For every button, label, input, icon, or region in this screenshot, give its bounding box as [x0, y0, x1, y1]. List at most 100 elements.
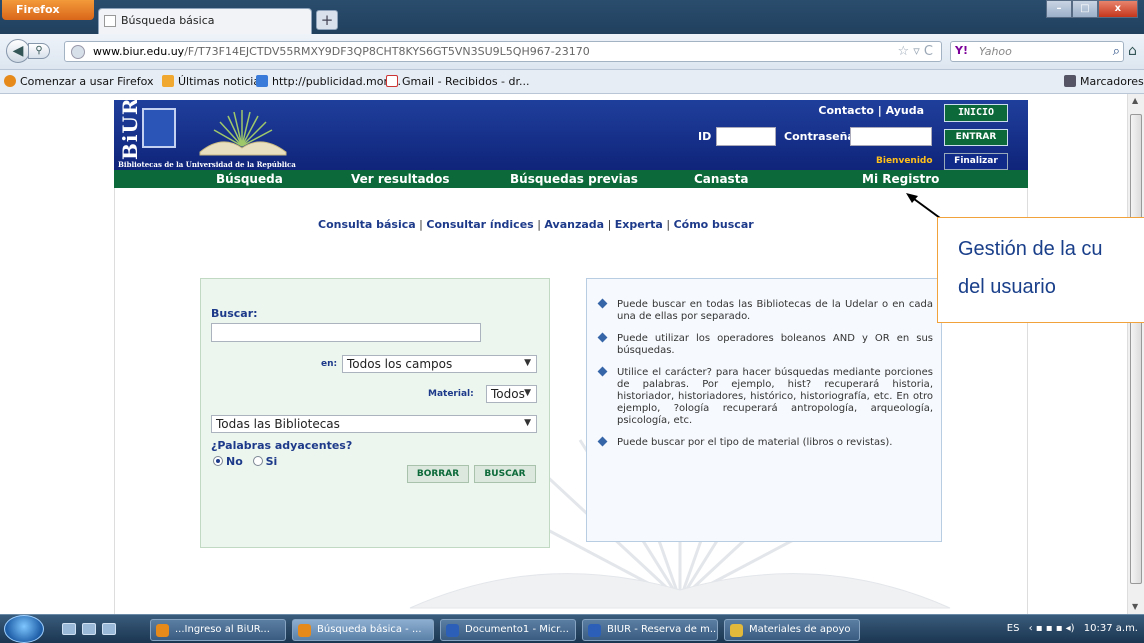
biur-logo[interactable]: BiUR Bibliotecas de la Universidad de la… — [118, 97, 296, 169]
id-label: ID — [698, 130, 712, 143]
browser-title-bar: Firefox Búsqueda básica + – □ x — [0, 0, 1144, 34]
bookmark-item[interactable]: http://publicidad.mon... — [256, 75, 401, 88]
taskbar-item[interactable]: Documento1 - Micr... — [440, 619, 576, 641]
search-engine-label: Yahoo — [979, 45, 1012, 58]
firefox-icon — [4, 75, 16, 87]
tray-icons[interactable]: ‹ ▪ ▪ ▪ ◂) — [1029, 623, 1075, 634]
new-tab-button[interactable]: + — [316, 10, 338, 30]
scroll-down-icon[interactable]: ▼ — [1132, 602, 1138, 611]
callout-arrow-icon — [906, 193, 941, 219]
back-arrow-icon[interactable]: ◀ — [6, 39, 30, 63]
main-navigation: Búsqueda Ver resultados Búsquedas previa… — [114, 170, 1028, 188]
firefox-menu-button[interactable]: Firefox — [2, 0, 94, 20]
folder-icon — [730, 624, 743, 637]
minimize-icon[interactable]: – — [1046, 0, 1072, 18]
windows-taskbar: ...Ingreso al BiUR... Búsqueda básica - … — [0, 614, 1144, 643]
radio-no[interactable] — [213, 456, 223, 466]
globe-icon — [71, 45, 85, 59]
contact-help-links[interactable]: Contacto | Ayuda — [818, 104, 924, 117]
bookmark-item[interactable]: Últimas noticias — [162, 75, 266, 88]
search-query-input[interactable] — [211, 323, 481, 342]
entrar-button[interactable]: ENTRAR — [944, 129, 1008, 146]
word-icon — [446, 624, 459, 637]
nav-canasta[interactable]: Canasta — [694, 170, 749, 188]
password-label: Contraseña — [784, 130, 855, 143]
firefox-icon — [156, 624, 169, 637]
clock[interactable]: 10:37 a.m. — [1084, 623, 1138, 634]
nav-busqueda[interactable]: Búsqueda — [216, 170, 283, 188]
welcome-text: Bienvenido — [876, 156, 933, 166]
tab-busqueda-basica[interactable]: Búsqueda básica — [98, 8, 312, 34]
open-book-icon — [199, 110, 287, 156]
search-type-nav: Consulta básica | Consultar índices | Av… — [318, 218, 754, 231]
buscar-label: Buscar: — [211, 307, 258, 320]
system-tray: ES ‹ ▪ ▪ ▪ ◂) 10:37 a.m. — [1007, 623, 1138, 634]
maximize-icon[interactable]: □ — [1071, 0, 1098, 18]
language-indicator[interactable]: ES — [1007, 623, 1020, 634]
close-icon[interactable]: x — [1097, 0, 1138, 18]
browser-nav-bar: ◀ ⚲ www.biur.edu.uy/F/T73F14EJCTDV55RMXY… — [0, 34, 1144, 70]
bookmarks-toolbar: Comenzar a usar Firefox Últimas noticias… — [0, 70, 1144, 94]
url-path: /F/T73F14EJCTDV55RMXY9DF3QP8CHT8KYS6GT5V… — [184, 45, 590, 58]
id-input[interactable] — [716, 127, 776, 146]
annotation-callout: Gestión de la cu del usuario — [937, 217, 1144, 323]
field-select[interactable]: Todos los campos ▼ — [342, 355, 537, 373]
tab-title: Búsqueda básica — [121, 14, 215, 27]
finalizar-button[interactable]: Finalizar — [944, 153, 1008, 170]
page-scrollbar[interactable]: ▲ ▼ — [1127, 94, 1144, 614]
home-icon[interactable]: ⌂ — [1128, 43, 1137, 59]
bookmark-item[interactable]: Comenzar a usar Firefox — [4, 75, 154, 88]
link-experta[interactable]: Experta — [615, 218, 663, 231]
inicio-button[interactable]: INICIO — [944, 104, 1008, 122]
nav-ver-resultados[interactable]: Ver resultados — [351, 170, 450, 188]
link-avanzada[interactable]: Avanzada — [544, 218, 604, 231]
search-icon[interactable]: ⌕ — [1113, 44, 1120, 59]
search-form-panel: Buscar: en: Todos los campos ▼ Material: … — [200, 278, 550, 548]
bookmarks-menu[interactable]: Marcadores — [1064, 75, 1144, 88]
borrar-button[interactable]: BORRAR — [407, 465, 469, 483]
radio-si[interactable] — [252, 456, 263, 466]
back-forward-group: ◀ ⚲ — [6, 39, 64, 63]
buscar-button[interactable]: BUSCAR — [474, 465, 536, 483]
taskbar-item[interactable]: ...Ingreso al BiUR... — [150, 619, 286, 641]
field-label: en: — [321, 359, 338, 369]
taskbar-item[interactable]: BIUR - Reserva de m... — [582, 619, 718, 641]
list-item: Utilice el carácter? para hacer búsqueda… — [597, 367, 933, 427]
bookmark-item[interactable]: Gmail - Recibidos - dr... — [386, 75, 530, 88]
link-consultar-indices[interactable]: Consultar índices — [426, 218, 533, 231]
material-select[interactable]: Todos ▼ — [486, 385, 537, 403]
callout-line-1: Gestión de la cu — [958, 238, 1103, 260]
password-input[interactable] — [850, 127, 932, 146]
url-bar[interactable]: www.biur.edu.uy/F/T73F14EJCTDV55RMXY9DF3… — [64, 41, 942, 62]
help-list: Puede buscar en todas las Bibliotecas de… — [597, 299, 933, 459]
nav-mi-registro[interactable]: Mi Registro — [862, 170, 939, 188]
identity-icon[interactable]: ⚲ — [28, 43, 50, 59]
bookmark-star-icon[interactable]: ☆ ▿ C — [897, 44, 933, 59]
scroll-up-icon[interactable]: ▲ — [1132, 96, 1138, 105]
chevron-down-icon: ▼ — [524, 418, 531, 428]
list-item: Puede utilizar los operadores boleanos A… — [597, 333, 933, 357]
window-controls: – □ x — [1046, 0, 1138, 18]
chevron-down-icon: ▼ — [524, 388, 531, 398]
link-como-buscar[interactable]: Cómo buscar — [674, 218, 754, 231]
quicklaunch-icon[interactable] — [82, 623, 96, 635]
yahoo-icon[interactable]: Y! — [955, 44, 968, 57]
url-domain: www.biur.edu.uy — [93, 45, 185, 58]
start-button[interactable] — [4, 615, 44, 643]
nav-busquedas-previas[interactable]: Búsquedas previas — [510, 170, 638, 188]
taskbar-item[interactable]: Materiales de apoyo — [724, 619, 860, 641]
page-icon — [104, 15, 116, 27]
material-label: Material: — [428, 389, 474, 399]
web-search-input[interactable]: Y! Yahoo ⌕ — [950, 41, 1124, 62]
quicklaunch-icon[interactable] — [62, 623, 76, 635]
logo-subtitle: Bibliotecas de la Universidad de la Repú… — [118, 160, 296, 169]
gmail-icon — [386, 75, 398, 87]
taskbar-item[interactable]: Búsqueda básica - ... — [292, 619, 434, 641]
quicklaunch-icon[interactable] — [102, 623, 116, 635]
library-select[interactable]: Todas las Bibliotecas ▼ — [211, 415, 537, 433]
university-crest-icon — [142, 108, 176, 148]
scroll-thumb[interactable] — [1130, 114, 1142, 584]
list-item: Puede buscar por el tipo de material (li… — [597, 437, 933, 449]
adjacent-words-label: ¿Palabras adyacentes? — [211, 439, 353, 452]
link-consulta-basica[interactable]: Consulta básica — [318, 218, 416, 231]
